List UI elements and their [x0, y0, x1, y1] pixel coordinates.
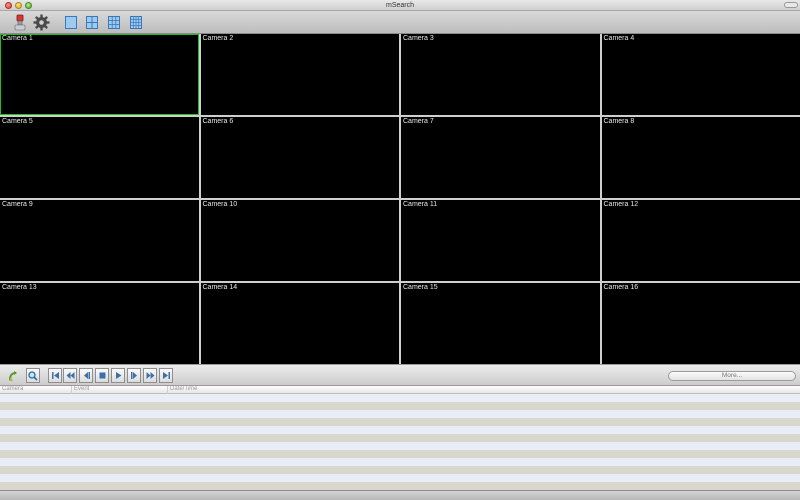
camera-label: Camera 10 [202, 201, 238, 208]
camera-label: Camera 5 [2, 118, 33, 125]
playback-bar: More... [0, 364, 800, 386]
stop-button[interactable] [95, 368, 109, 383]
camera-label: Camera 15 [403, 284, 438, 291]
rewind-button[interactable] [63, 368, 77, 383]
camera-label: Camera 2 [202, 35, 234, 42]
play-button[interactable] [111, 368, 125, 383]
event-list: Camera Event Date/Time [0, 386, 800, 490]
more-button[interactable]: More... [668, 371, 796, 381]
window-title: mSearch [385, 2, 414, 9]
camera-label: Camera 9 [2, 201, 33, 208]
fast-forward-icon [146, 372, 154, 379]
toolbar-toggle-button[interactable] [784, 2, 798, 8]
skip-to-start-button[interactable] [48, 368, 62, 383]
camera-view[interactable]: Camera 15 [401, 283, 600, 364]
rewind-icon [66, 372, 74, 379]
camera-view[interactable]: Camera 1 [0, 34, 199, 115]
camera-label: Camera 3 [403, 35, 434, 42]
list-row [0, 466, 800, 474]
camera-view[interactable]: Camera 6 [200, 117, 399, 198]
search-icon [28, 370, 38, 381]
minimize-window-button[interactable] [15, 2, 22, 9]
list-row [0, 410, 800, 418]
layout-3x3-button[interactable] [107, 14, 121, 31]
list-row [0, 418, 800, 426]
camera-view[interactable]: Camera 12 [601, 200, 800, 281]
zoom-window-button[interactable] [25, 2, 32, 9]
camera-view[interactable]: Camera 10 [200, 200, 399, 281]
list-row [0, 458, 800, 466]
settings-button[interactable] [32, 14, 50, 31]
refresh-button[interactable] [6, 368, 20, 383]
list-row [0, 394, 800, 402]
list-row [0, 426, 800, 434]
column-header-event[interactable]: Event [72, 386, 168, 394]
column-header-camera[interactable]: Camera [0, 386, 72, 394]
skip-to-start-icon [51, 372, 59, 379]
layout-4x4-icon [130, 16, 142, 29]
layout-3x3-icon [108, 16, 120, 29]
search-button[interactable] [26, 368, 40, 383]
camera-label: Camera 4 [603, 35, 635, 42]
list-row [0, 450, 800, 458]
layout-1x1-button[interactable] [64, 14, 78, 31]
skip-to-end-button[interactable] [159, 368, 173, 383]
gear-icon [33, 14, 49, 31]
camera-view[interactable]: Camera 16 [601, 283, 800, 364]
close-window-button[interactable] [5, 2, 12, 9]
step-back-button[interactable] [79, 368, 93, 383]
camera-view[interactable]: Camera 3 [401, 34, 600, 115]
play-icon [115, 372, 121, 379]
status-bar [0, 490, 800, 500]
camera-label: Camera 1 [2, 35, 33, 42]
title-bar: mSearch [0, 0, 800, 11]
camera-view[interactable]: Camera 4 [601, 34, 800, 115]
camera-view[interactable]: Camera 9 [0, 200, 199, 281]
camera-view[interactable]: Camera 5 [0, 117, 199, 198]
list-row [0, 442, 800, 450]
camera-label: Camera 6 [202, 118, 234, 125]
camera-label: Camera 8 [603, 118, 635, 125]
list-row [0, 434, 800, 442]
camera-view[interactable]: Camera 11 [401, 200, 600, 281]
camera-label: Camera 14 [202, 284, 238, 291]
camera-label: Camera 12 [603, 201, 639, 208]
stop-icon [99, 372, 105, 379]
list-header: Camera Event Date/Time [0, 386, 800, 394]
camera-view[interactable]: Camera 2 [200, 34, 399, 115]
camera-grid: Camera 1 Camera 2 Camera 3 Camera 4 Came… [0, 34, 800, 364]
camera-label: Camera 13 [2, 284, 37, 291]
camera-label: Camera 11 [403, 201, 438, 208]
step-forward-button[interactable] [127, 368, 141, 383]
list-rows [0, 394, 800, 490]
camera-label: Camera 7 [403, 118, 434, 125]
list-row [0, 474, 800, 482]
fast-forward-button[interactable] [143, 368, 157, 383]
layout-1x1-icon [65, 16, 77, 29]
column-header-datetime[interactable]: Date/Time [168, 386, 800, 394]
layout-2x2-button[interactable] [85, 14, 99, 31]
list-row [0, 482, 800, 490]
layout-4x4-button[interactable] [129, 14, 143, 31]
camera-view[interactable]: Camera 13 [0, 283, 199, 364]
toolbar [0, 11, 800, 34]
layout-2x2-icon [86, 16, 98, 29]
step-back-icon [83, 372, 90, 379]
camera-label: Camera 16 [603, 284, 639, 291]
camera-view[interactable]: Camera 14 [200, 283, 399, 364]
skip-to-end-icon [162, 372, 170, 379]
camera-view[interactable]: Camera 8 [601, 117, 800, 198]
camera-connect-button[interactable] [12, 14, 28, 31]
refresh-icon [9, 370, 17, 381]
camera-connect-icon [14, 14, 26, 31]
step-forward-icon [130, 372, 137, 379]
camera-view[interactable]: Camera 7 [401, 117, 600, 198]
list-row [0, 402, 800, 410]
